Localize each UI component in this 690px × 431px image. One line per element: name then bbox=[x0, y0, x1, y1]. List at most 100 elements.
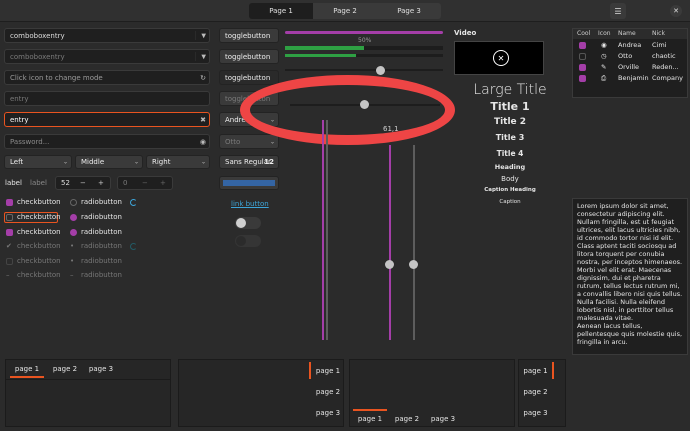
typography-column: Large Title Title 1 Title 2 Title 3 Titl… bbox=[454, 82, 566, 209]
tab-underline bbox=[10, 376, 44, 378]
comboboxentry-2[interactable]: comboboxentry ▼ bbox=[4, 49, 210, 64]
dropdown-right[interactable]: Right ⌄ bbox=[146, 155, 210, 169]
notebook-tab-3[interactable]: page 3 bbox=[84, 362, 118, 376]
togglebutton-3[interactable]: togglebutton bbox=[219, 70, 279, 85]
entry-field[interactable]: entry ✖ bbox=[4, 112, 210, 127]
dropdown-label: Right bbox=[152, 158, 171, 166]
switch-2[interactable] bbox=[235, 235, 261, 247]
header-nick[interactable]: Nick bbox=[652, 30, 665, 37]
dash-icon: – bbox=[6, 271, 10, 279]
notebook-tab-1[interactable]: page 1 bbox=[353, 412, 387, 426]
chevron-down-icon: ⌄ bbox=[269, 138, 275, 145]
tab-label: page 2 bbox=[523, 387, 548, 396]
notebook-tab-2[interactable]: page 2 bbox=[390, 412, 424, 426]
notebook-tab-1[interactable]: page 1 bbox=[312, 362, 344, 379]
chevron-down-icon[interactable]: ▼ bbox=[201, 53, 206, 60]
link-button[interactable]: link button bbox=[231, 200, 269, 208]
combo-otto[interactable]: Otto ⌄ bbox=[219, 134, 279, 149]
checkbox-unchecked[interactable] bbox=[6, 214, 13, 221]
treeview[interactable]: Cool Icon Name Nick ◉ Andrea Cimi ◷ Otto… bbox=[572, 28, 688, 98]
tab-page-3[interactable]: Page 3 bbox=[377, 3, 441, 19]
checkbox-checked[interactable] bbox=[579, 42, 586, 49]
tree-row[interactable]: ◷ Otto chaotic bbox=[573, 51, 687, 62]
notebook-tab-2[interactable]: page 2 bbox=[48, 362, 82, 376]
color-button[interactable] bbox=[219, 176, 279, 190]
eye-slash-icon[interactable]: ◉ bbox=[200, 138, 206, 146]
notebook-bottom-tabs: page 1 page 2 page 3 bbox=[349, 359, 515, 427]
switch-1[interactable] bbox=[235, 217, 261, 229]
toggle-label: togglebutton bbox=[225, 31, 271, 40]
close-button[interactable]: ✕ bbox=[670, 5, 682, 17]
radio-checked[interactable] bbox=[70, 214, 77, 221]
notebook-tab-3[interactable]: page 3 bbox=[426, 412, 460, 426]
vscale-3-handle[interactable] bbox=[385, 260, 394, 269]
checkbox-mixed[interactable] bbox=[579, 75, 586, 82]
minus-icon[interactable]: − bbox=[142, 179, 148, 187]
checkbox-checked[interactable] bbox=[579, 64, 586, 71]
toggle-label: togglebutton bbox=[225, 52, 271, 61]
dropdown-label: Middle bbox=[81, 158, 105, 166]
tab-page-2[interactable]: Page 2 bbox=[313, 3, 377, 19]
clear-icon[interactable]: ✖ bbox=[200, 116, 206, 124]
togglebutton-1[interactable]: togglebutton bbox=[219, 28, 279, 43]
checkbox-unchecked[interactable] bbox=[579, 53, 586, 60]
radio-mixed[interactable] bbox=[70, 229, 77, 236]
password-field[interactable]: Password... ◉ bbox=[4, 134, 210, 149]
vscale-3[interactable] bbox=[389, 145, 391, 340]
edit-icon: ✎ bbox=[601, 63, 607, 71]
notebook-tab-1[interactable]: page 1 bbox=[10, 362, 44, 376]
checkbox-disabled bbox=[6, 258, 13, 265]
notebook-tab-3[interactable]: page 3 bbox=[312, 404, 344, 421]
refresh-icon[interactable]: ↻ bbox=[200, 74, 206, 82]
vscale-2[interactable] bbox=[326, 120, 328, 340]
mode-entry[interactable]: Click icon to change mode ↻ bbox=[4, 70, 210, 85]
check-row-4: ✔ checkbutton • radiobutton bbox=[6, 242, 136, 252]
radiobutton-label: radiobutton bbox=[81, 198, 122, 206]
checkbutton-label: checkbutton bbox=[17, 228, 61, 236]
textview[interactable]: Lorem ipsum dolor sit amet, consectetur … bbox=[572, 198, 688, 355]
body-text: Body bbox=[501, 175, 519, 183]
spinbutton-2[interactable]: 0 − + bbox=[117, 176, 173, 190]
notebook-tab-2[interactable]: page 2 bbox=[312, 383, 344, 400]
togglebutton-2[interactable]: togglebutton bbox=[219, 49, 279, 64]
dropdown-middle[interactable]: Middle ⌄ bbox=[75, 155, 143, 169]
video-title: Video bbox=[454, 29, 477, 37]
entry-value: entry bbox=[10, 115, 29, 124]
checkbox-checked[interactable] bbox=[6, 199, 13, 206]
font-button[interactable]: Sans Regular 12 bbox=[219, 155, 279, 169]
scale-2-handle[interactable] bbox=[360, 100, 369, 109]
radiobutton-label: radiobutton bbox=[81, 242, 122, 250]
vscale-4[interactable] bbox=[413, 145, 415, 340]
header-name[interactable]: Name bbox=[618, 30, 636, 37]
video-frame[interactable]: ✕ bbox=[454, 41, 544, 75]
tree-row[interactable]: ◉ Andrea Cimi bbox=[573, 40, 687, 51]
radio-unchecked[interactable] bbox=[70, 199, 77, 206]
tab-indicator bbox=[552, 362, 554, 379]
header-cool[interactable]: Cool bbox=[577, 30, 590, 37]
tab-page-1[interactable]: Page 1 bbox=[249, 3, 313, 19]
comboboxentry-1[interactable]: comboboxentry ▼ bbox=[4, 28, 210, 43]
scale-1[interactable] bbox=[285, 69, 443, 71]
plus-icon[interactable]: + bbox=[98, 179, 104, 187]
scale-1-handle[interactable] bbox=[376, 66, 385, 75]
switch-knob bbox=[236, 218, 246, 228]
tree-row[interactable]: ⎙ Benjamin Company bbox=[573, 73, 687, 84]
checkbox-mixed[interactable] bbox=[6, 229, 13, 236]
close-circle-icon[interactable]: ✕ bbox=[493, 50, 509, 66]
checkbutton-label: checkbutton bbox=[17, 242, 61, 250]
chevron-down-icon[interactable]: ▼ bbox=[201, 32, 206, 39]
notebook-tab-3[interactable]: page 3 bbox=[519, 404, 552, 421]
tree-row[interactable]: ✎ Orville Reden... bbox=[573, 62, 687, 73]
vscale-1[interactable] bbox=[322, 120, 324, 340]
notebook-tab-1[interactable]: page 1 bbox=[519, 362, 552, 379]
menu-button[interactable]: ☰ bbox=[610, 3, 626, 19]
notebook-tab-2[interactable]: page 2 bbox=[519, 383, 552, 400]
vscale-4-handle[interactable] bbox=[409, 260, 418, 269]
entry-empty[interactable]: entry bbox=[4, 91, 210, 106]
minus-icon[interactable]: − bbox=[80, 179, 86, 187]
dropdown-left[interactable]: Left ⌄ bbox=[4, 155, 72, 169]
plus-icon[interactable]: + bbox=[160, 179, 166, 187]
spinbutton-1[interactable]: 52 − + bbox=[55, 176, 111, 190]
header-icon[interactable]: Icon bbox=[598, 30, 611, 37]
color-swatch bbox=[223, 180, 275, 186]
